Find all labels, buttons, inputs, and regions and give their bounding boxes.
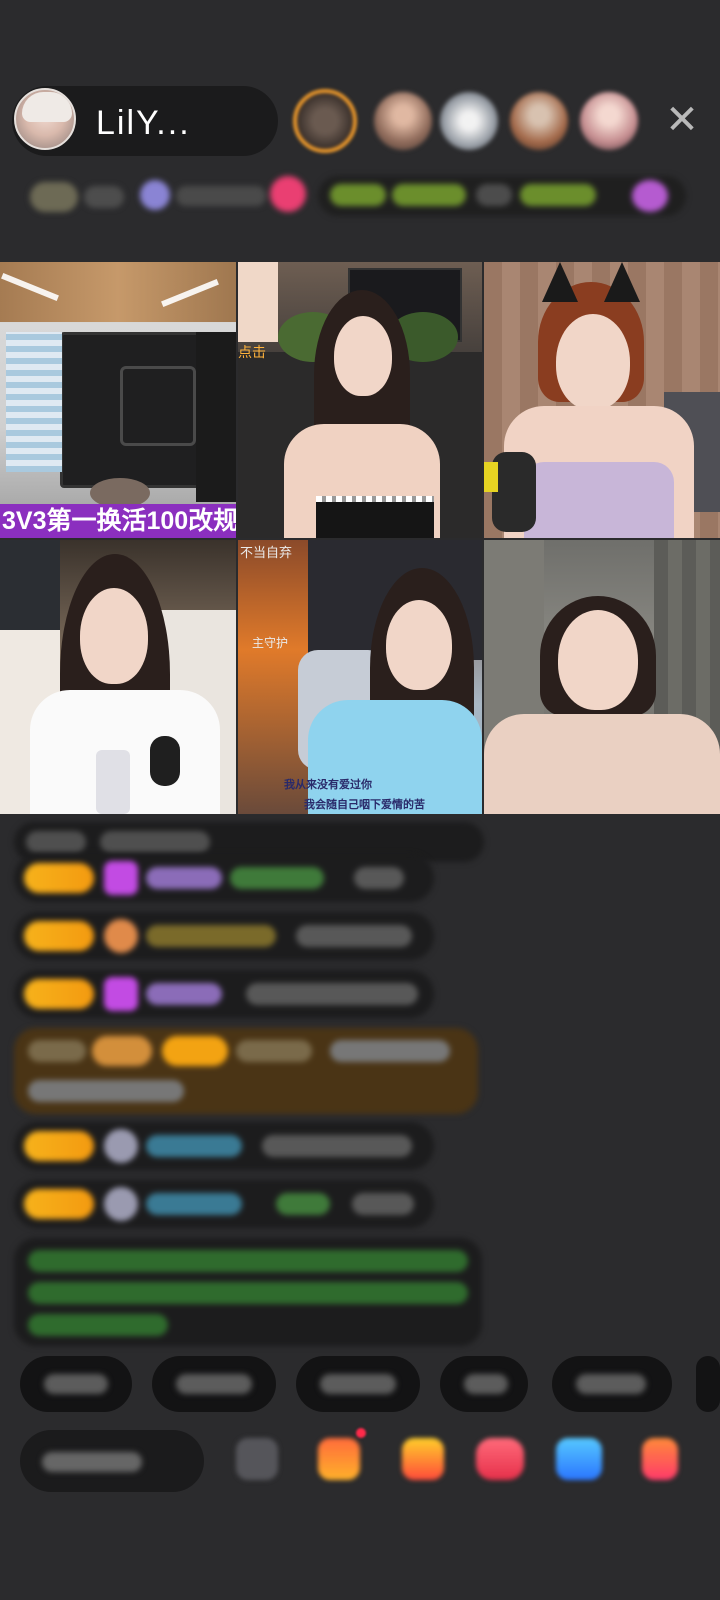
video-tile-5-caption-1: 我从来没有爱过你 — [284, 779, 372, 791]
video-tile-2[interactable]: 点击 — [238, 262, 482, 538]
host-pill[interactable]: LilY... — [12, 86, 278, 156]
quick-reply-2[interactable] — [152, 1356, 276, 1412]
emoji-icon[interactable] — [236, 1438, 278, 1480]
video-tile-6[interactable] — [484, 540, 720, 814]
video-grid: 3V3第一换活100改规则 点击 — [0, 262, 720, 814]
video-tile-1-banner: 3V3第一换活100改规则 — [0, 504, 236, 538]
chat-message-2[interactable] — [14, 854, 434, 902]
quick-reply-6[interactable] — [696, 1356, 720, 1412]
chat-message-highlight[interactable] — [14, 1028, 478, 1114]
chat-message-4[interactable] — [14, 970, 434, 1018]
host-avatar[interactable] — [14, 88, 76, 150]
message-input[interactable] — [20, 1430, 204, 1492]
gift-icon[interactable] — [318, 1438, 360, 1480]
viewer-avatar-2[interactable] — [374, 92, 432, 150]
quick-reply-5[interactable] — [552, 1356, 672, 1412]
game-icon[interactable] — [476, 1438, 524, 1480]
viewer-avatar-1[interactable] — [293, 89, 357, 153]
video-tile-5[interactable]: 不当自弃 主守护 我从来没有爱过你 我会随自己咽下爱情的苦 — [238, 540, 482, 814]
video-tile-1[interactable]: 3V3第一换活100改规则 — [0, 262, 236, 538]
video-tile-3[interactable] — [484, 262, 720, 538]
quick-reply-4[interactable] — [440, 1356, 528, 1412]
close-icon[interactable]: ✕ — [660, 98, 704, 142]
video-tile-4[interactable] — [0, 540, 236, 814]
bottom-toolbar — [0, 1420, 720, 1540]
quick-reply-row — [0, 1356, 720, 1416]
video-tile-5-caption-2: 我会随自己咽下爱情的苦 — [304, 799, 425, 811]
viewer-avatar-3[interactable] — [440, 92, 498, 150]
chat-message-3[interactable] — [14, 912, 434, 960]
viewer-avatar-4[interactable] — [510, 92, 568, 150]
host-name: LilY... — [96, 104, 191, 142]
viewer-avatar-5[interactable] — [580, 92, 638, 150]
quick-reply-3[interactable] — [296, 1356, 420, 1412]
message-icon[interactable] — [556, 1438, 602, 1480]
video-tile-2-overlay: 点击 — [238, 344, 266, 360]
chat-message-6[interactable] — [14, 1180, 434, 1228]
video-tile-5-sub: 主守护 — [252, 636, 289, 650]
more-icon[interactable] — [642, 1438, 678, 1480]
lottery-icon[interactable] — [402, 1438, 444, 1480]
chat-message-5[interactable] — [14, 1122, 434, 1170]
quick-reply-1[interactable] — [20, 1356, 132, 1412]
chat-system-notice — [14, 1238, 482, 1346]
video-tile-5-top: 不当自弃 — [240, 545, 293, 560]
room-info-row — [0, 170, 720, 222]
notification-dot — [356, 1428, 366, 1438]
